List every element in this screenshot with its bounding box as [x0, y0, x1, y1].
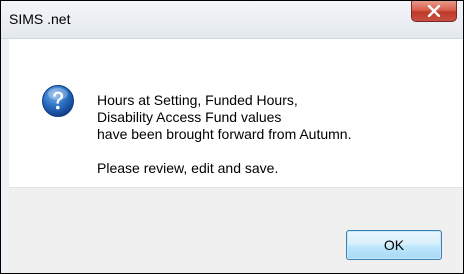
- message-line-4: Please review, edit and save.: [97, 160, 279, 176]
- question-icon: [41, 84, 75, 122]
- window-frame-left: [1, 39, 9, 273]
- message-line-3: have been brought forward from Autumn.: [97, 126, 352, 142]
- close-icon: [427, 5, 441, 17]
- title-bar[interactable]: SIMS .net: [1, 1, 463, 39]
- close-button[interactable]: [411, 1, 457, 22]
- message-dialog: SIMS .net Hours at Setting, Funded Hours…: [0, 0, 464, 274]
- message-line-1: Hours at Setting, Funded Hours,: [97, 92, 298, 108]
- ok-button[interactable]: OK: [346, 230, 442, 260]
- message-line-2: Disability Access Fund values: [97, 109, 282, 125]
- window-title: SIMS .net: [9, 11, 71, 27]
